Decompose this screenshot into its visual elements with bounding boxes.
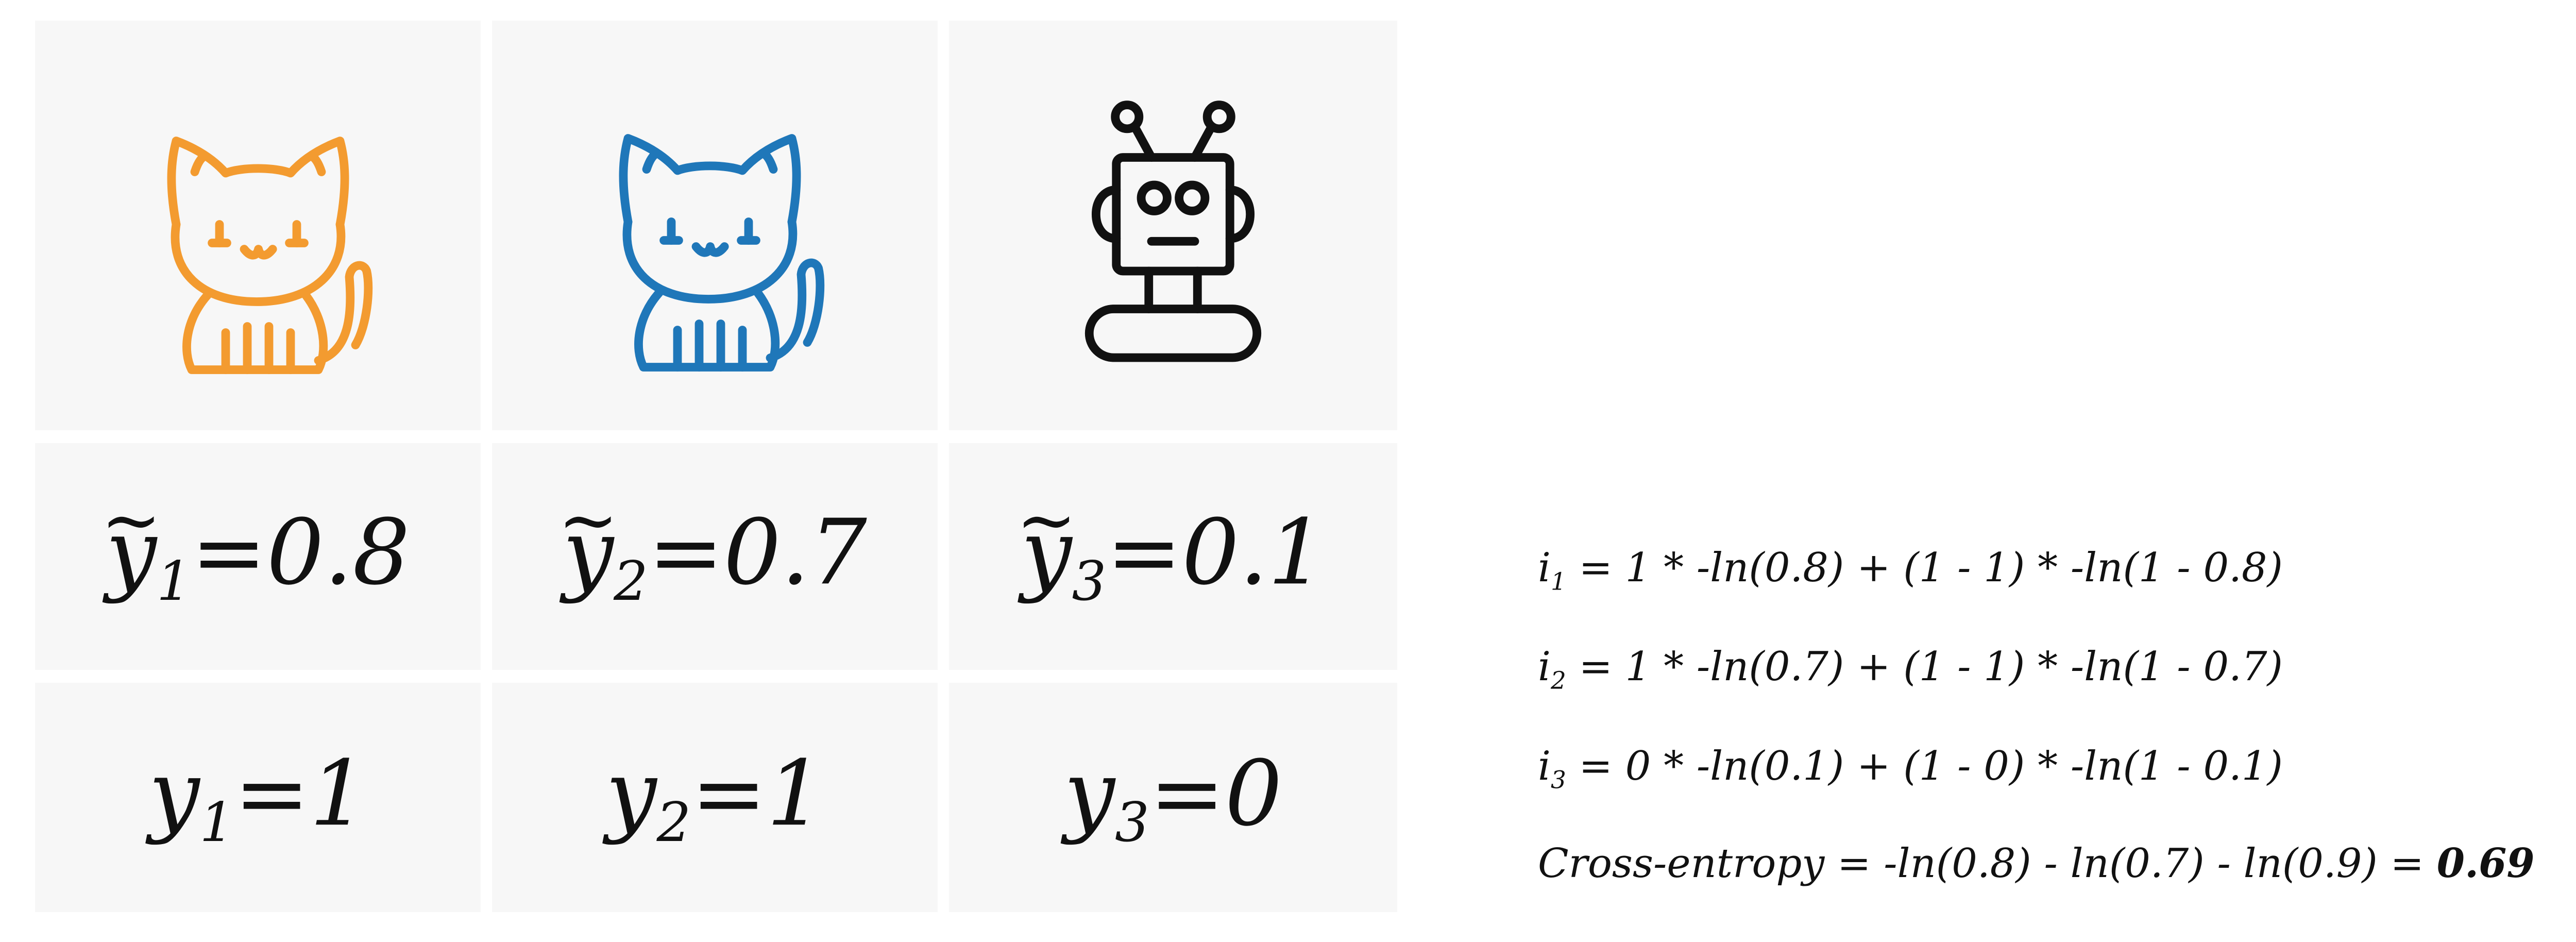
true-label-2: y2=1 (605, 741, 824, 854)
blue-cat-icon (619, 134, 825, 372)
prediction-cell-1: y ~1=0.8 (35, 443, 481, 670)
true-label-1: y1=1 (148, 741, 367, 854)
equation-2: i2 = 1 * -ln(0.7) + (1 - 1) * -ln(1 - 0.… (1538, 644, 2283, 695)
icon-cell-1 (35, 21, 481, 430)
icon-cell-2 (492, 21, 938, 430)
prediction-cell-2: y ~2=0.7 (492, 443, 938, 670)
loss-equations: i1 = 1 * -ln(0.8) + (1 - 1) * -ln(1 - 0.… (1538, 526, 2283, 823)
prediction-label-1: y ~1=0.8 (100, 478, 410, 613)
prediction-label-3: y ~3=0.1 (1016, 478, 1326, 613)
cross-entropy-result: 0.69 (2436, 840, 2535, 887)
orange-cat-icon (167, 137, 373, 374)
true-label-3: y3=0 (1064, 741, 1282, 854)
robot-icon (1084, 100, 1262, 362)
prediction-cell-3: y ~3=0.1 (949, 443, 1397, 670)
equation-1: i1 = 1 * -ln(0.8) + (1 - 1) * -ln(1 - 0.… (1538, 545, 2283, 596)
cross-entropy-formula: Cross-entropy = -ln(0.8) - ln(0.7) - ln(… (1538, 840, 2535, 887)
true-label-cell-2: y2=1 (492, 683, 938, 912)
prediction-label-2: y ~2=0.7 (557, 478, 867, 613)
true-label-cell-1: y1=1 (35, 683, 481, 912)
icon-cell-3 (949, 21, 1397, 430)
true-label-cell-3: y3=0 (949, 683, 1397, 912)
equation-3: i3 = 0 * -ln(0.1) + (1 - 0) * -ln(1 - 0.… (1538, 743, 2283, 795)
